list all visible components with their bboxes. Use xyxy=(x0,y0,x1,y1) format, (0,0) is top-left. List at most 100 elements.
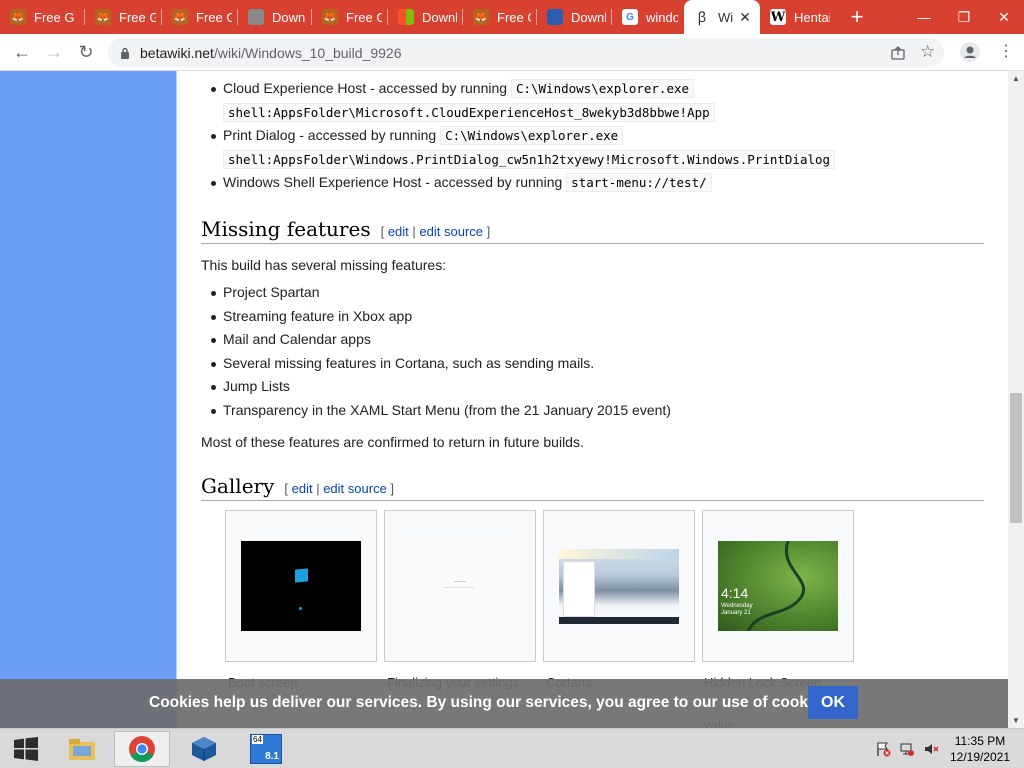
tab[interactable]: Downl xyxy=(238,0,312,34)
gallery-item-boot-screen[interactable] xyxy=(225,510,377,662)
list-item: Streaming feature in Xbox app xyxy=(201,305,984,329)
inline-code: shell:AppsFolder\Microsoft.CloudExperien… xyxy=(223,102,715,122)
host-list: Cloud Experience Host - accessed by runn… xyxy=(201,77,984,195)
scroll-up-icon[interactable]: ▲ xyxy=(1011,74,1021,83)
scroll-thumb[interactable] xyxy=(1010,393,1022,523)
cortana-thumbnail xyxy=(559,549,679,624)
clock-date: 12/19/2021 xyxy=(949,750,1011,764)
missing-features-heading: Missing features[ edit | edit source ] xyxy=(201,217,984,244)
action-center-flag-icon[interactable] xyxy=(875,741,891,757)
address-bar[interactable]: betawiki.net/wiki/Windows_10_build_9926 … xyxy=(108,38,944,67)
article-content: Cloud Experience Host - accessed by runn… xyxy=(176,71,1008,728)
windows-start-icon xyxy=(14,737,38,761)
edit-source-link[interactable]: edit source xyxy=(419,224,483,239)
tab[interactable]: W Hentai xyxy=(760,0,836,34)
edit-link[interactable]: edit xyxy=(388,224,409,239)
left-panel xyxy=(0,71,176,728)
profile-avatar-icon[interactable] xyxy=(960,42,980,62)
cookie-text: Cookies help us deliver our services. By… xyxy=(149,694,834,711)
status-line xyxy=(444,587,474,588)
close-window-button[interactable]: ✕ xyxy=(984,0,1024,34)
lock-day: Wednesday xyxy=(721,603,753,609)
game-icon: 🦊 xyxy=(10,9,26,25)
list-item: Print Dialog - accessed by running C:\Wi… xyxy=(201,124,984,171)
start-button[interactable] xyxy=(0,731,52,767)
browser-toolbar: ← → ↻ betawiki.net/wiki/Windows_10_build… xyxy=(0,34,1024,71)
vm-label: 8.1 xyxy=(265,751,279,762)
lock-time: 4:14 xyxy=(721,585,749,601)
inline-code: start-menu://test/ xyxy=(566,173,712,192)
bookmark-star-icon[interactable]: ☆ xyxy=(920,42,935,62)
sky xyxy=(559,549,679,559)
taskbar-strip xyxy=(559,617,679,624)
edit-source-link[interactable]: edit source xyxy=(323,481,387,496)
vm-icon: 64 8.1 xyxy=(250,734,282,764)
tab[interactable]: 🦊Free G xyxy=(312,0,388,34)
missing-outro: Most of these features are confirmed to … xyxy=(201,434,584,450)
gallery-item-finalizing[interactable] xyxy=(384,510,536,662)
progress-mark xyxy=(454,581,466,582)
system-clock[interactable]: 11:35 PM 12/19/2021 xyxy=(940,733,1020,765)
list-item: Windows Shell Experience Host - accessed… xyxy=(201,171,984,195)
vm-badge: 64 xyxy=(252,735,263,744)
folder-icon xyxy=(69,739,95,760)
chrome-taskbar[interactable] xyxy=(114,731,170,767)
chrome-icon xyxy=(129,736,155,763)
tab[interactable]: 🦊Free G xyxy=(85,0,162,34)
tab[interactable]: Gwindo xyxy=(612,0,684,34)
cookie-ok-button[interactable]: OK xyxy=(808,686,858,719)
back-arrow-icon[interactable]: ← xyxy=(6,36,38,68)
url-domain: betawiki.net xyxy=(140,44,214,61)
windows81-vm-taskbar[interactable]: 64 8.1 xyxy=(238,731,294,767)
scroll-down-icon[interactable]: ▼ xyxy=(1011,716,1021,725)
edit-section: [ edit | edit source ] xyxy=(284,481,395,496)
network-icon[interactable] xyxy=(899,741,915,757)
windows-taskbar: 64 8.1 11:35 PM 12/19/2021 xyxy=(0,728,1024,768)
gallery-heading: Gallery[ edit | edit source ] xyxy=(201,474,984,501)
restore-button[interactable]: ❐ xyxy=(944,0,984,34)
tab[interactable]: 🦊Free G xyxy=(162,0,238,34)
betawiki-icon: ꞵ xyxy=(697,8,707,25)
tab-strip: 🦊 Free G 🦊 Free G 🦊 Free G Downl 🦊 Free G Do… xyxy=(0,0,1024,34)
edit-section: [ edit | edit source ] xyxy=(380,224,491,239)
tab[interactable]: Downl xyxy=(388,0,463,34)
cortana-panel xyxy=(563,561,595,617)
game-icon: 🦊 xyxy=(95,9,111,25)
windows-icon xyxy=(398,9,414,25)
minimize-button[interactable]: — xyxy=(904,0,944,34)
lock-date: January 21 xyxy=(721,610,751,616)
share-icon[interactable] xyxy=(890,45,906,61)
boot-screen-thumbnail xyxy=(241,541,361,631)
page-scrollbar[interactable]: ▲ ▼ xyxy=(1008,71,1024,728)
reload-icon[interactable]: ↻ xyxy=(70,36,102,68)
close-tab-icon[interactable]: ✕ xyxy=(739,9,751,26)
tab[interactable]: 🦊Free G xyxy=(463,0,537,34)
list-item: Cloud Experience Host - accessed by runn… xyxy=(201,77,984,124)
volume-muted-icon[interactable] xyxy=(923,741,939,757)
inline-code: C:\Windows\explorer.exe xyxy=(510,79,695,98)
cookie-banner: Cookies help us deliver our services. By… xyxy=(0,679,1008,728)
spinner-icon xyxy=(299,607,302,610)
tab[interactable]: Downl xyxy=(537,0,612,34)
tab-active[interactable]: ꞵ Wi ✕ xyxy=(684,0,760,34)
list-item: Several missing features in Cortana, suc… xyxy=(201,352,984,376)
download-icon xyxy=(248,9,264,25)
google-icon: G xyxy=(622,9,638,25)
missing-features-list: Project Spartan Streaming feature in Xbo… xyxy=(201,281,984,422)
forward-arrow-icon[interactable]: → xyxy=(38,36,70,68)
tab[interactable]: 🦊Free G xyxy=(0,0,85,34)
file-explorer-taskbar[interactable] xyxy=(54,731,110,767)
menu-kebab-icon[interactable]: ⋮ xyxy=(998,41,1014,61)
virtualbox-taskbar[interactable] xyxy=(176,731,232,767)
gallery-item-cortana[interactable] xyxy=(543,510,695,662)
inline-code: shell:AppsFolder\Windows.PrintDialog_cw5… xyxy=(223,149,836,169)
virtualbox-icon xyxy=(192,737,216,761)
new-tab-button[interactable]: + xyxy=(842,0,872,34)
windows-logo-icon xyxy=(295,568,308,583)
download-icon xyxy=(547,9,563,25)
game-icon: 🦊 xyxy=(322,9,338,25)
edit-link[interactable]: edit xyxy=(292,481,313,496)
list-item: Mail and Calendar apps xyxy=(201,328,984,352)
inline-code: C:\Windows\explorer.exe xyxy=(440,126,624,145)
gallery-item-lock-screen[interactable]: 4:14 Wednesday January 21 xyxy=(702,510,854,662)
